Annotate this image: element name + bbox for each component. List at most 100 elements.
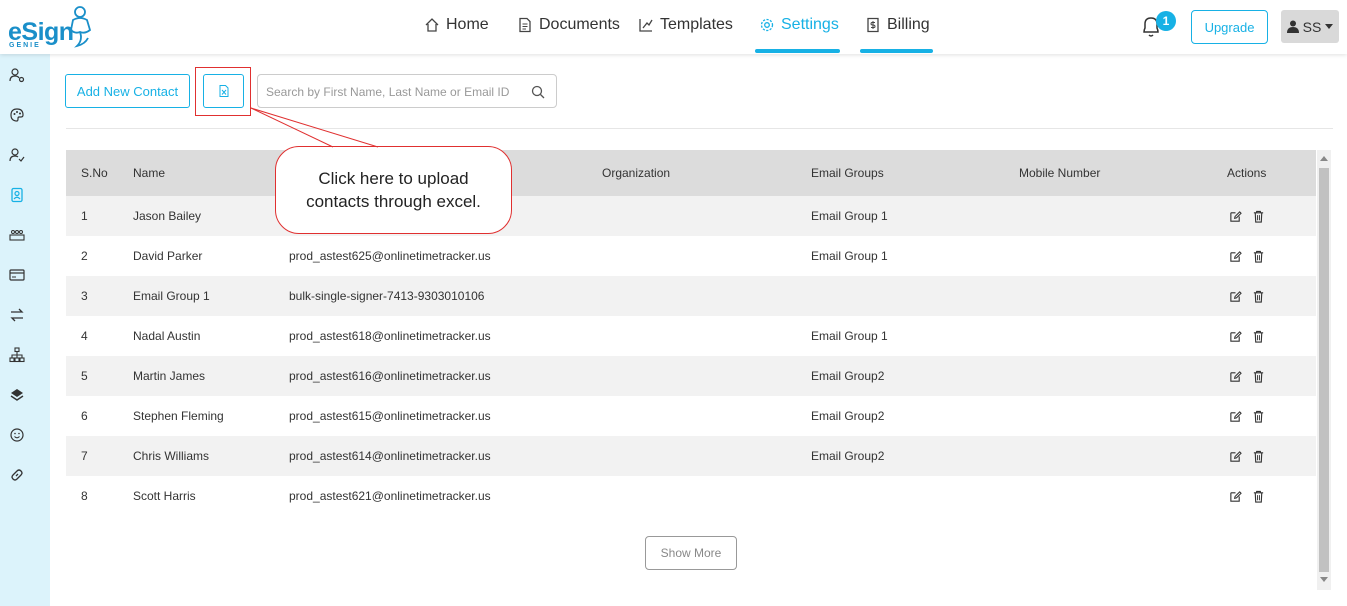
chevron-down-icon <box>1325 24 1334 29</box>
cell-sno: 7 <box>81 449 88 463</box>
nav-home-label: Home <box>446 16 489 33</box>
table-header-row: S.No Name Email Organization Email Group… <box>66 150 1316 196</box>
gear-icon <box>760 18 774 32</box>
settings-sidebar <box>0 54 50 606</box>
table-row: 6 Stephen Fleming prod_astest615@onlinetim… <box>66 396 1316 436</box>
cell-organization <box>587 476 796 516</box>
cell-name: Nadal Austin <box>133 329 201 343</box>
cell-organization <box>587 196 796 236</box>
cell-organization <box>587 436 796 476</box>
delete-icon[interactable] <box>1252 290 1265 303</box>
layers-icon[interactable] <box>8 386 26 404</box>
upgrade-button[interactable]: Upgrade <box>1191 10 1268 44</box>
search-box[interactable] <box>257 74 557 108</box>
cell-organization <box>587 236 796 276</box>
cell-mobile <box>1004 236 1212 276</box>
cell-email-group <box>796 476 1004 516</box>
edit-icon[interactable] <box>1229 330 1242 343</box>
edit-icon[interactable] <box>1229 210 1242 223</box>
cell-mobile <box>1004 196 1212 236</box>
edit-icon[interactable] <box>1229 410 1242 423</box>
edit-icon[interactable] <box>1229 370 1242 383</box>
user-settings-icon[interactable] <box>8 66 26 84</box>
toolbar-divider <box>66 128 1333 129</box>
row-actions <box>1227 410 1316 423</box>
cell-email-group: Email Group2 <box>811 409 885 423</box>
cell-organization <box>587 276 796 316</box>
esign-genie-logo[interactable]: eSign GENIE <box>8 4 92 50</box>
cell-email-group: Email Group 1 <box>811 249 888 263</box>
table-scrollbar[interactable] <box>1317 150 1331 590</box>
cell-email: prod_astest625@onlinetimetracker.us <box>289 249 491 263</box>
header-organization: Organization <box>602 166 671 180</box>
cell-actions <box>1212 396 1316 436</box>
cell-actions <box>1212 436 1316 476</box>
cell-email: prod_astest614@onlinetimetracker.us <box>289 449 491 463</box>
delete-icon[interactable] <box>1252 410 1265 423</box>
nav-templates[interactable]: Templates <box>638 14 733 36</box>
scroll-down-arrow[interactable] <box>1320 577 1328 582</box>
delete-icon[interactable] <box>1252 330 1265 343</box>
nav-documents[interactable]: Documents <box>517 14 620 36</box>
show-more-button[interactable]: Show More <box>645 536 737 570</box>
cell-organization <box>587 396 796 436</box>
user-menu[interactable]: SS <box>1281 10 1339 43</box>
logo-subtext: GENIE <box>9 42 41 49</box>
cell-sno: 8 <box>81 489 88 503</box>
cell-actions <box>1212 316 1316 356</box>
search-icon[interactable] <box>530 84 546 100</box>
contacts-icon[interactable] <box>8 186 26 204</box>
delete-icon[interactable] <box>1252 450 1265 463</box>
cell-actions <box>1212 236 1316 276</box>
palette-icon[interactable] <box>8 106 26 124</box>
cell-email: prod_astest618@onlinetimetracker.us <box>289 329 491 343</box>
hierarchy-icon[interactable] <box>8 346 26 364</box>
nav-settings[interactable]: Settings <box>759 14 839 36</box>
link-icon[interactable] <box>8 466 26 484</box>
genie-icon <box>70 6 92 48</box>
row-actions <box>1227 370 1316 383</box>
template-icon <box>639 19 653 32</box>
scroll-thumb[interactable] <box>1319 168 1329 572</box>
nav-home[interactable]: Home <box>424 14 489 36</box>
delete-icon[interactable] <box>1252 490 1265 503</box>
cell-actions <box>1212 476 1316 516</box>
table-row: 2 David Parker prod_astest625@onlinetimetr… <box>66 236 1316 276</box>
add-new-contact-button[interactable]: Add New Contact <box>65 74 190 108</box>
table-row: 7 Chris Williams prod_astest614@onlinetime… <box>66 436 1316 476</box>
card-icon[interactable] <box>8 266 26 284</box>
cell-name: Stephen Fleming <box>133 409 224 423</box>
nav-templates-label: Templates <box>660 16 733 33</box>
search-input[interactable] <box>266 82 516 102</box>
transfer-icon[interactable] <box>8 306 26 324</box>
edit-icon[interactable] <box>1229 290 1242 303</box>
nav-billing-label: Billing <box>887 16 930 33</box>
cell-organization <box>587 316 796 356</box>
user-check-icon[interactable] <box>8 146 26 164</box>
cell-name: Chris Williams <box>133 449 209 463</box>
delete-icon[interactable] <box>1252 210 1265 223</box>
nav-billing[interactable]: Billing <box>865 14 930 36</box>
cell-actions <box>1212 276 1316 316</box>
edit-icon[interactable] <box>1229 450 1242 463</box>
team-icon[interactable] <box>8 226 26 244</box>
cell-email: prod_astest615@onlinetimetracker.us <box>289 409 491 423</box>
cell-sno: 6 <box>81 409 88 423</box>
user-initials: SS <box>1302 18 1322 35</box>
document-icon <box>519 17 531 33</box>
cell-mobile <box>1004 316 1212 356</box>
smiley-icon[interactable] <box>8 426 26 444</box>
notification-badge[interactable]: 1 <box>1156 11 1176 31</box>
header-mobile-number: Mobile Number <box>1019 166 1101 180</box>
row-actions <box>1227 250 1316 263</box>
edit-icon[interactable] <box>1229 250 1242 263</box>
delete-icon[interactable] <box>1252 250 1265 263</box>
edit-icon[interactable] <box>1229 490 1242 503</box>
callout-text: Click here to upload contacts through ex… <box>306 169 481 211</box>
delete-icon[interactable] <box>1252 370 1265 383</box>
header-email-groups: Email Groups <box>811 166 884 180</box>
row-actions <box>1227 290 1316 303</box>
scroll-up-arrow[interactable] <box>1320 156 1328 161</box>
cell-email-group: Email Group2 <box>811 369 885 383</box>
header-sno: S.No <box>81 166 108 180</box>
